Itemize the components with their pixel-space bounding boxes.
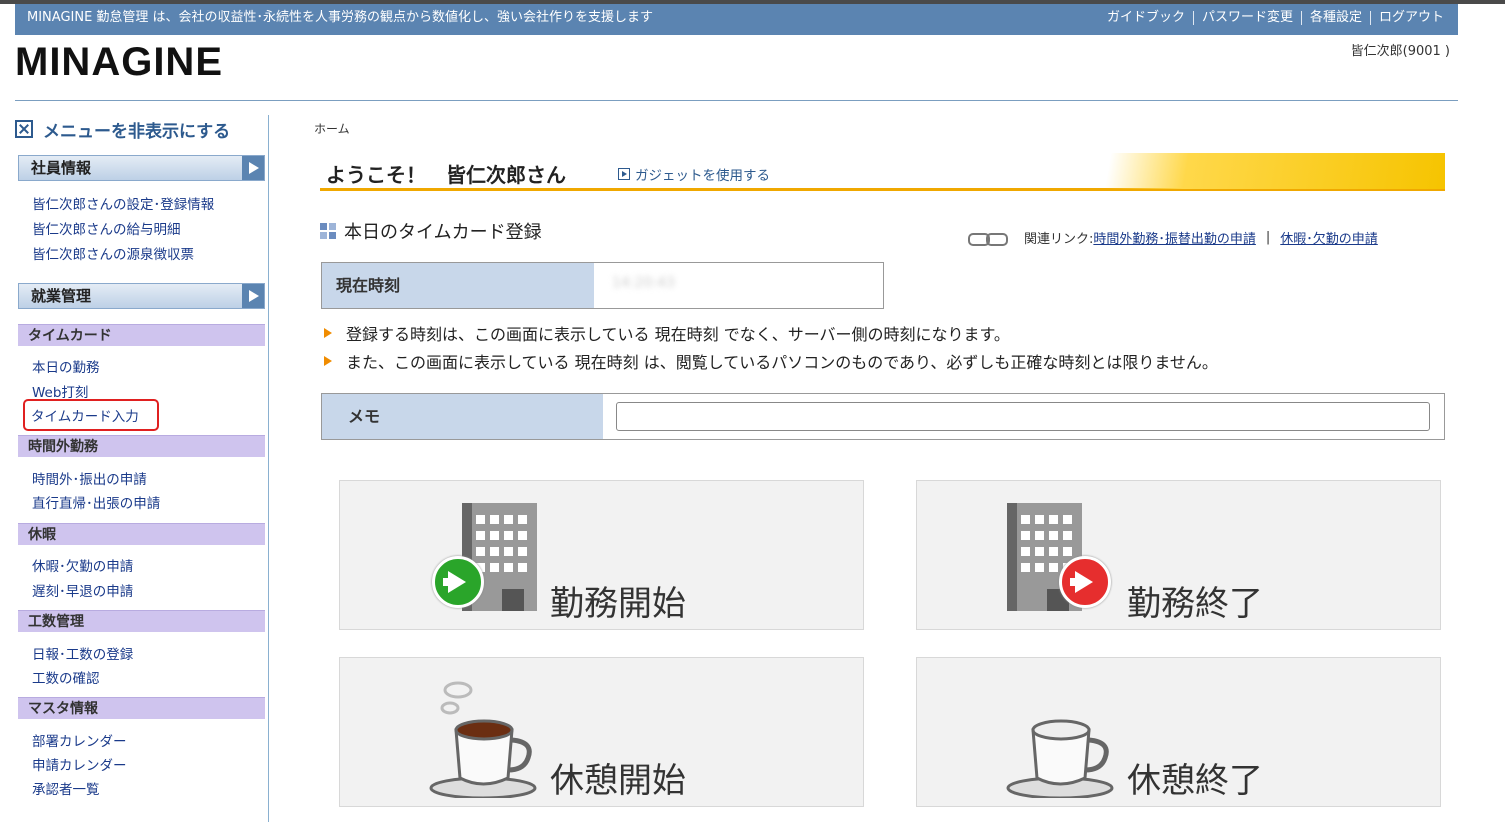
bullet-arrow-icon [324, 328, 332, 338]
section-title: 本日のタイムカード登録 [320, 218, 542, 244]
related-leave-link[interactable]: 休暇･欠勤の申請 [1280, 228, 1378, 247]
sidebar-item-approvers[interactable]: 承認者一覧 [32, 778, 100, 798]
sidebar-item-withholding[interactable]: 皆仁次郎さんの源泉徴収票 [32, 243, 194, 263]
current-time-box: 現在時刻 14:20:43 [321, 262, 884, 309]
arrow-in-icon [432, 556, 484, 608]
memo-row: メモ [321, 393, 1445, 440]
sidebar-item-leave-request[interactable]: 休暇･欠勤の申請 [32, 555, 133, 575]
sidebar-subsection-timecard: タイムカード [18, 324, 265, 346]
sidebar-item-settings-info[interactable]: 皆仁次郎さんの設定･登録情報 [32, 193, 214, 213]
password-change-link[interactable]: パスワード変更 [1192, 11, 1301, 25]
close-box-icon [15, 120, 33, 138]
grid-square-icon [320, 223, 336, 239]
note-item: また、この画面に表示している 現在時刻 は、閲覧しているパソコンのものであり、必… [324, 347, 1218, 375]
expand-arrow-icon [242, 284, 264, 308]
sidebar-item-overtime-request[interactable]: 時間外･振出の申請 [32, 468, 147, 488]
current-time-value: 14:20:43 [612, 275, 675, 291]
user-name: 皆仁次郎(9001 ) [1350, 44, 1450, 59]
sidebar-subsection-leave: 休暇 [18, 523, 265, 545]
tagline: MINAGINE 勤怠管理 は、会社の収益性･永続性を人事労務の観点から数値化し… [27, 10, 654, 25]
end-break-label: 休憩終了 [1127, 761, 1263, 801]
sidebar-item-request-calendar[interactable]: 申請カレンダー [32, 754, 127, 774]
top-bar: MINAGINE 勤怠管理 は、会社の収益性･永続性を人事労務の観点から数値化し… [15, 4, 1458, 35]
welcome-banner: ようこそ！ 皆仁次郎さん ガジェットを使用する [320, 153, 1445, 191]
expand-arrow-icon [242, 156, 264, 180]
related-label: 関連リンク: [1024, 232, 1094, 247]
sidebar-subsection-overtime: 時間外勤務 [18, 435, 265, 457]
sidebar-item-today-work[interactable]: 本日の勤務 [32, 356, 100, 376]
settings-link[interactable]: 各種設定 [1300, 11, 1370, 25]
steaming-coffee-cup-icon [429, 681, 537, 798]
related-overtime-link[interactable]: 時間外勤務･振替出勤の申請 [1093, 228, 1256, 247]
empty-coffee-cup-icon [1006, 719, 1114, 798]
bullet-arrow-icon [324, 356, 332, 366]
sidebar-section-employee[interactable]: 社員情報 [18, 155, 265, 181]
start-work-label: 勤務開始 [550, 584, 686, 624]
use-gadget-link[interactable]: ガジェットを使用する [618, 164, 770, 184]
related-separator: | [1265, 230, 1271, 245]
end-work-button[interactable]: 勤務終了 [916, 480, 1441, 630]
start-work-button[interactable]: 勤務開始 [339, 480, 864, 630]
related-links: 関連リンク: 時間外勤務･振替出勤の申請 | 休暇･欠勤の申請 [968, 228, 1378, 247]
logo: MINAGINE [15, 40, 223, 84]
sidebar-section-work[interactable]: 就業管理 [18, 283, 265, 309]
sidebar-item-late-request[interactable]: 遅刻･早退の申請 [32, 580, 133, 600]
hide-menu-label: メニューを非表示にする [43, 121, 231, 142]
sidebar: メニューを非表示にする 社員情報 皆仁次郎さんの設定･登録情報 皆仁次郎さんの給… [15, 115, 269, 822]
sidebar-item-manhours-check[interactable]: 工数の確認 [32, 667, 100, 687]
hide-menu-toggle[interactable]: メニューを非表示にする [15, 115, 268, 143]
end-break-button[interactable]: 休憩終了 [916, 657, 1441, 807]
top-links: ガイドブック パスワード変更 各種設定 ログアウト [1099, 4, 1452, 25]
banner-wave [1015, 153, 1445, 189]
memo-input[interactable] [616, 402, 1430, 431]
start-break-button[interactable]: 休憩開始 [339, 657, 864, 807]
arrow-out-icon [1059, 556, 1111, 608]
sidebar-item-dept-calendar[interactable]: 部署カレンダー [32, 730, 127, 750]
note-item: 登録する時刻は、この画面に表示している 現在時刻 でなく、サーバー側の時刻になり… [324, 319, 1218, 347]
chain-link-icon [968, 232, 1008, 246]
sidebar-subsection-master: マスタ情報 [18, 697, 265, 719]
sidebar-item-trip-request[interactable]: 直行直帰･出張の申請 [32, 492, 160, 512]
memo-label: メモ [322, 394, 603, 439]
sidebar-item-daily-report[interactable]: 日報･工数の登録 [32, 643, 133, 663]
current-time-label: 現在時刻 [322, 263, 594, 308]
sidebar-item-timecard-input[interactable]: タイムカード入力 [23, 399, 159, 431]
guidebook-link[interactable]: ガイドブック [1099, 11, 1193, 25]
sidebar-subsection-manhours: 工数管理 [18, 610, 265, 632]
header-divider [15, 100, 1458, 101]
notes: 登録する時刻は、この画面に表示している 現在時刻 でなく、サーバー側の時刻になり… [324, 319, 1218, 375]
sidebar-item-payslip[interactable]: 皆仁次郎さんの給与明細 [32, 218, 181, 238]
logout-link[interactable]: ログアウト [1369, 11, 1452, 25]
play-box-icon [618, 168, 630, 180]
start-break-label: 休憩開始 [550, 761, 686, 801]
end-work-label: 勤務終了 [1127, 584, 1263, 624]
sidebar-item-web-stamp[interactable]: Web打刻 [32, 381, 88, 401]
breadcrumb[interactable]: ホーム [314, 120, 350, 137]
welcome-title: ようこそ！ 皆仁次郎さん [326, 163, 566, 187]
